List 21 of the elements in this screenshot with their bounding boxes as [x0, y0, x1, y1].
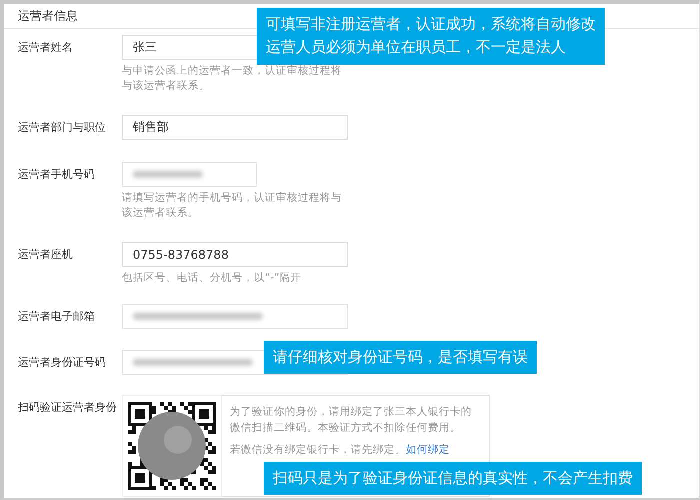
field-label: 运营者部门与职位 [18, 120, 107, 136]
input-field[interactable]: 销售部 [122, 115, 348, 140]
input-field[interactable]: 0755-83768788 [122, 242, 348, 267]
field-label: 运营者身份证号码 [18, 355, 107, 371]
input-field[interactable] [122, 304, 348, 329]
field-label: 扫码验证运营者身份 [18, 400, 118, 416]
note-tooltip: 扫码只是为了验证身份证信息的真实性，不会产生扣费 [264, 462, 642, 496]
note-tooltip: 请仔细核对身份证号码，是否填写有误 [264, 341, 537, 374]
field-label: 运营者座机 [18, 247, 74, 263]
help-link[interactable]: 如何绑定 [406, 444, 450, 456]
hint-text: 与申请公函上的运营者一致，认证审核过程将与该运营者联系。 [122, 64, 343, 94]
note-tooltip: 可填写非注册运营者，认证成功，系统将自动修改 运营人员必须为单位在职员工，不一定是法人 [257, 8, 605, 64]
info-text: 为了验证你的身份，请用绑定了张三本人银行卡的微信扫描二维码。本验证方式不扣除任何费用。 [230, 405, 473, 436]
field-label: 运营者电子邮箱 [18, 309, 96, 325]
field-label: 运营者手机号码 [18, 167, 96, 183]
hint-text: 请填写运营者的手机号码，认证审核过程将与该运营者联系。 [122, 191, 343, 221]
blurred-text [133, 171, 203, 178]
field-label: 运营者姓名 [18, 40, 74, 56]
input-field[interactable] [122, 162, 257, 187]
info-text: 若微信没有绑定银行卡，请先绑定。如何绑定 [230, 443, 451, 458]
hint-text: 包括区号、电话、分机号，以“-”隔开 [122, 271, 303, 286]
